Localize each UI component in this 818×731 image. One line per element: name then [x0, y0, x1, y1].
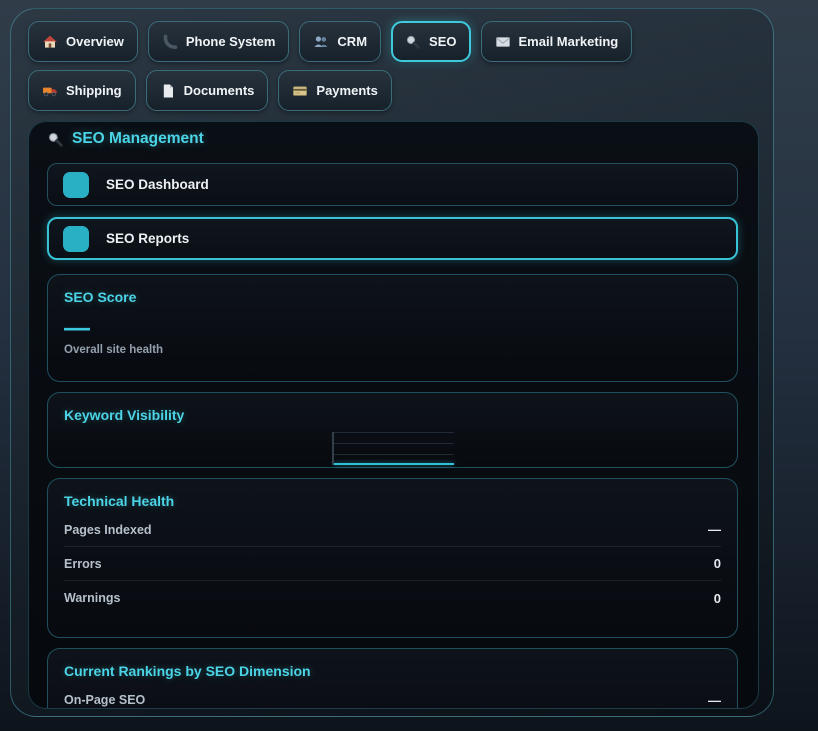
home-icon: [42, 34, 58, 50]
stat-row-warnings: Warnings 0: [64, 581, 721, 615]
card-title: Current Rankings by SEO Dimension: [64, 663, 721, 679]
stat-value: 0: [714, 591, 721, 606]
stat-row-on-page-seo: On-Page SEO —: [64, 683, 721, 709]
card-list: SEO Score — Overall site health Keyword …: [47, 274, 738, 709]
menu-item-label: SEO Dashboard: [106, 177, 209, 192]
tab-shipping[interactable]: Shipping: [28, 70, 136, 111]
menu-item-label: SEO Reports: [106, 231, 189, 246]
people-icon: [313, 34, 329, 50]
menu-item-seo-dashboard[interactable]: SEO Dashboard: [47, 163, 738, 206]
tab-label: CRM: [337, 34, 367, 49]
truck-icon: [42, 83, 58, 99]
tab-label: Overview: [66, 34, 124, 49]
chart-gridline: [334, 443, 454, 444]
keyword-visibility-chart: [332, 432, 454, 465]
technical-health-card: Technical Health Pages Indexed — Errors …: [47, 478, 738, 638]
menu-item-seo-reports[interactable]: SEO Reports: [47, 217, 738, 260]
panel-title: SEO Management: [72, 130, 204, 148]
stat-label: On-Page SEO: [64, 693, 145, 707]
tab-label: Phone System: [186, 34, 276, 49]
cyan-square-icon: [63, 226, 89, 252]
tab-label: Shipping: [66, 83, 122, 98]
cyan-square-icon: [63, 172, 89, 198]
magnifier-icon: [47, 131, 64, 148]
tab-label: Email Marketing: [519, 34, 619, 49]
stat-rows: Pages Indexed — Errors 0 Warnings 0: [64, 513, 721, 615]
panel-header: SEO Management: [47, 128, 738, 150]
tab-label: Payments: [316, 83, 377, 98]
envelope-icon: [495, 34, 511, 50]
card-title: SEO Score: [64, 289, 721, 305]
tab-overview[interactable]: Overview: [28, 21, 138, 62]
tab-phone-system[interactable]: Phone System: [148, 21, 290, 62]
tab-label: Documents: [184, 83, 255, 98]
seo-management-panel: SEO Management SEO Dashboard SEO Reports…: [28, 121, 759, 709]
stat-row-errors: Errors 0: [64, 547, 721, 581]
current-rankings-card: Current Rankings by SEO Dimension On-Pag…: [47, 648, 738, 709]
seo-score-card: SEO Score — Overall site health: [47, 274, 738, 382]
tab-payments[interactable]: Payments: [278, 70, 391, 111]
stat-value: 0: [714, 556, 721, 571]
seo-score-subtitle: Overall site health: [64, 344, 721, 356]
stat-value: —: [708, 693, 721, 708]
chart-gridline: [334, 454, 454, 455]
tab-seo[interactable]: SEO: [391, 21, 470, 62]
stat-value: —: [708, 522, 721, 537]
credit-card-icon: [292, 83, 308, 99]
chart-baseline: [334, 463, 454, 465]
card-title: Keyword Visibility: [64, 407, 721, 423]
stat-label: Pages Indexed: [64, 523, 152, 537]
stat-label: Warnings: [64, 591, 120, 605]
stat-rows: On-Page SEO —: [64, 683, 721, 709]
stat-label: Errors: [64, 557, 102, 571]
seo-score-value: —: [64, 319, 721, 335]
phone-icon: [162, 34, 178, 50]
tab-email-marketing[interactable]: Email Marketing: [481, 21, 633, 62]
magnifier-icon: [405, 34, 421, 50]
tab-documents[interactable]: Documents: [146, 70, 269, 111]
keyword-visibility-card: Keyword Visibility: [47, 392, 738, 468]
tab-bar: Overview Phone System CRM SEO: [28, 21, 734, 111]
card-title: Technical Health: [64, 493, 721, 509]
tab-crm[interactable]: CRM: [299, 21, 381, 62]
tab-label: SEO: [429, 34, 456, 49]
chart-gridline: [334, 432, 454, 433]
document-icon: [160, 83, 176, 99]
stat-row-pages-indexed: Pages Indexed —: [64, 513, 721, 547]
app-frame: Overview Phone System CRM SEO: [10, 8, 774, 717]
